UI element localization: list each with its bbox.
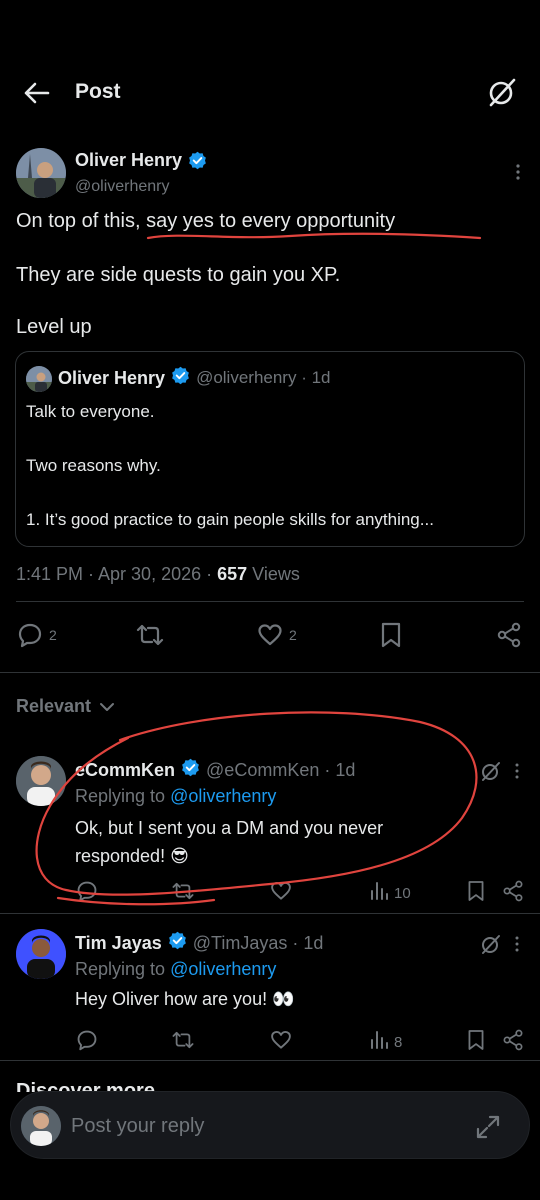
replying-to: Replying to @oliverhenry [75, 959, 276, 980]
reply-text-line: Ok, but I sent you a DM and you never [75, 818, 384, 838]
divider [16, 601, 524, 602]
views-count: 8 [394, 1033, 403, 1051]
reply-button[interactable]: 2 [17, 622, 57, 648]
grok-icon[interactable] [480, 760, 502, 782]
views-icon [370, 1030, 388, 1054]
bookmark-icon[interactable] [467, 1029, 485, 1056]
reply-action-bar: 8 [0, 1027, 540, 1055]
bookmark-icon [380, 622, 402, 648]
retweet-button[interactable] [135, 622, 165, 648]
bookmark-icon[interactable] [467, 880, 485, 907]
views-button[interactable]: 10 [370, 881, 411, 905]
chevron-down-icon [99, 696, 115, 717]
reply-author-handle: @TimJayas · 1d [192, 932, 324, 953]
quote-author-row: Oliver Henry @oliverhenry · 1d [58, 366, 331, 390]
avatar [26, 366, 52, 392]
post-timestamp: 1:41 PM · Apr 30, 2026 · [16, 564, 218, 584]
grok-icon[interactable] [486, 76, 518, 108]
share-icon[interactable] [502, 880, 524, 907]
verified-icon [181, 758, 200, 782]
like-icon[interactable] [270, 880, 292, 907]
views-button[interactable]: 8 [370, 1030, 402, 1054]
views-count: 10 [394, 884, 411, 902]
page-title: Post [75, 80, 121, 103]
top-bar: Post [0, 60, 540, 124]
reply-sort-dropdown[interactable]: Relevant [16, 696, 115, 717]
like-icon[interactable] [270, 1029, 292, 1056]
post-action-bar: 2 2 [0, 618, 540, 654]
retweet-icon[interactable] [171, 1029, 195, 1056]
post-text-line: On top of this, say yes to every opportu… [16, 210, 396, 232]
divider [0, 913, 540, 914]
more-icon[interactable] [514, 162, 522, 182]
retweet-icon[interactable] [171, 880, 195, 907]
author-row: Oliver Henry [75, 150, 207, 171]
verified-icon [188, 151, 207, 170]
quote-text-line: Talk to everyone. [26, 402, 155, 421]
verified-icon [171, 366, 190, 390]
divider [0, 672, 540, 673]
share-icon [496, 622, 522, 648]
back-arrow-icon[interactable] [24, 78, 58, 108]
reply-author-name[interactable]: Tim Jayas [75, 933, 162, 954]
like-button[interactable]: 2 [257, 622, 297, 648]
quote-text-line: Two reasons why. [26, 456, 161, 475]
reply-sort-label: Relevant [16, 696, 92, 716]
author-handle[interactable]: @oliverhenry [75, 178, 170, 196]
avatar[interactable] [16, 756, 66, 806]
annotation-underline [146, 232, 482, 240]
replying-prefix: Replying to [75, 786, 171, 806]
post-text-line: Level up [16, 316, 92, 338]
reply-icon[interactable] [76, 1029, 98, 1056]
views-count: 657 [217, 564, 248, 584]
replying-to-link[interactable]: @oliverhenry [170, 959, 276, 979]
reply-count: 2 [49, 627, 57, 643]
reply-text-line: responded! 😎 [75, 846, 189, 866]
reply-author-handle: @eCommKen · 1d [206, 759, 356, 780]
grok-icon[interactable] [480, 933, 502, 955]
avatar[interactable] [16, 148, 66, 198]
bookmark-button[interactable] [380, 622, 402, 648]
author-name[interactable]: Oliver Henry [75, 150, 182, 171]
reply-icon [17, 622, 43, 648]
reply-icon[interactable] [76, 880, 98, 907]
post-text-line: They are side quests to gain you XP. [16, 264, 341, 286]
retweet-icon [135, 622, 165, 648]
reply-input[interactable] [71, 1108, 451, 1144]
verified-icon [168, 931, 187, 955]
reply-compose-bar [10, 1091, 530, 1159]
divider [0, 1060, 540, 1061]
replying-to-link[interactable]: @oliverhenry [170, 786, 276, 806]
reply-action-bar: 10 [0, 878, 540, 906]
quoted-post[interactable]: Oliver Henry @oliverhenry · 1d Talk to e… [15, 351, 525, 547]
reply-author-name[interactable]: eCommKen [75, 760, 175, 781]
reply-text-line: Hey Oliver how are you! 👀 [75, 989, 295, 1009]
more-icon[interactable] [514, 762, 520, 780]
like-count: 2 [289, 627, 297, 643]
quote-author-name: Oliver Henry [58, 367, 166, 388]
share-icon[interactable] [502, 1029, 524, 1056]
views-label: Views [247, 564, 300, 584]
avatar[interactable] [16, 929, 66, 979]
quote-text-line: 1. It’s good practice to gain people ski… [26, 510, 434, 529]
quote-author-handle: @oliverhenry · 1d [196, 368, 331, 387]
post-meta: 1:41 PM · Apr 30, 2026 · 657 Views [16, 564, 300, 585]
expand-icon[interactable] [475, 1114, 501, 1140]
avatar [21, 1106, 61, 1146]
more-icon[interactable] [514, 935, 520, 953]
like-icon [257, 622, 283, 648]
share-button[interactable] [496, 622, 522, 648]
replying-to: Replying to @oliverhenry [75, 786, 276, 807]
replying-prefix: Replying to [75, 959, 171, 979]
reply-author-row: Tim Jayas @TimJayas · 1d [75, 931, 323, 955]
views-icon [370, 881, 388, 905]
reply-author-row: eCommKen @eCommKen · 1d [75, 758, 355, 782]
